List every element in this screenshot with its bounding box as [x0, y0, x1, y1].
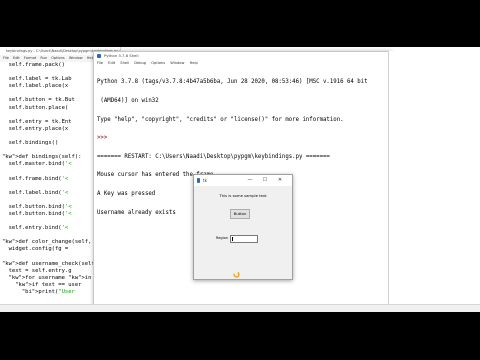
- python-icon: [97, 54, 101, 58]
- shell-menu-shell[interactable]: Shell: [120, 61, 129, 65]
- minimize-button[interactable]: —: [244, 175, 256, 186]
- close-button[interactable]: ✕: [274, 175, 286, 186]
- shell-restart-line: ======= RESTART: C:\Users\Naadi\Desktop\…: [97, 153, 330, 160]
- shell-menu-file[interactable]: File: [97, 61, 103, 65]
- editor-menu-options[interactable]: Options: [51, 56, 65, 60]
- tk-feather-icon: [197, 178, 200, 183]
- shell-line: (AMD64)] on win32: [97, 98, 159, 105]
- tk-title-bar[interactable]: tk — ☐ ✕: [194, 175, 292, 186]
- shell-menu-window[interactable]: Window: [170, 61, 184, 65]
- shell-menu-options[interactable]: Options: [151, 61, 165, 65]
- editor-menu-run[interactable]: Run: [40, 56, 47, 60]
- editor-menu-window[interactable]: Window: [69, 56, 83, 60]
- taskbar-strip: [0, 304, 480, 312]
- shell-prompt: >>>: [97, 135, 111, 142]
- shell-menu-edit[interactable]: Edit: [108, 61, 115, 65]
- shell-title-bar: Python 3.7.8 Shell: [94, 52, 391, 60]
- shell-menu-help[interactable]: Help: [190, 61, 198, 65]
- sample-text-label: This is some sample text: [219, 193, 267, 198]
- shell-line: Type "help", "copyright", "credits" or "…: [97, 116, 344, 123]
- sample-button[interactable]: Button: [230, 209, 250, 219]
- text-caret: [232, 237, 233, 241]
- background-window: Ln: 88 Col: 45: [388, 51, 480, 312]
- editor-menu-file[interactable]: File: [3, 56, 9, 60]
- tk-title: tk: [203, 178, 207, 183]
- tk-app-window: tk — ☐ ✕ This is some sample text Button…: [193, 174, 293, 280]
- entry-label: Region: [216, 236, 228, 240]
- maximize-button[interactable]: ☐: [259, 175, 271, 186]
- shell-line: Python 3.7.8 (tags/v3.7.8:4b47a5b6ba, Ju…: [97, 79, 368, 86]
- busy-cursor-icon: [233, 271, 240, 278]
- shell-title: Python 3.7.8 Shell: [104, 53, 139, 58]
- username-entry[interactable]: [230, 235, 258, 243]
- desktop-screen: keybindings.py - C:\Users\Naadi\Desktop\…: [0, 47, 480, 312]
- editor-menu-format[interactable]: Format: [24, 56, 36, 60]
- background-window-menu: [389, 51, 480, 57]
- editor-menu-edit[interactable]: Edit: [13, 56, 20, 60]
- shell-menu-debug[interactable]: Debug: [134, 61, 146, 65]
